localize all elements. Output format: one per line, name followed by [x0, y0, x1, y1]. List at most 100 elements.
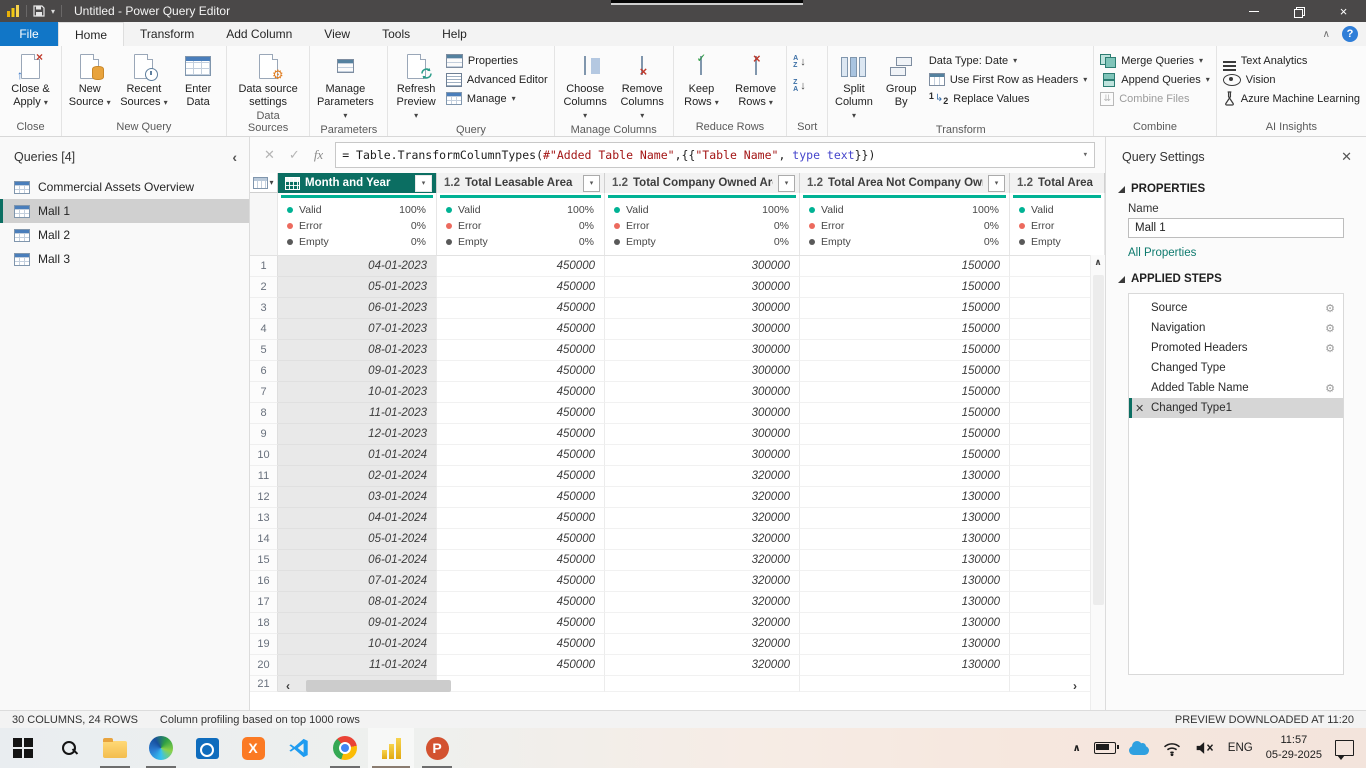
formula-cancel-icon[interactable]: ✕: [264, 147, 275, 163]
grid-cell[interactable]: 07-01-2023: [278, 319, 437, 340]
grid-cell[interactable]: 450000: [437, 445, 605, 466]
query-name-input[interactable]: Mall 1: [1128, 218, 1344, 238]
action-center-icon[interactable]: [1335, 740, 1354, 756]
grid-cell[interactable]: 150000: [800, 256, 1010, 277]
grid-cell[interactable]: 150000: [800, 403, 1010, 424]
tab-file[interactable]: File: [0, 22, 58, 46]
tab-tools[interactable]: Tools: [366, 22, 426, 46]
grid-cell[interactable]: 01-01-2024: [278, 445, 437, 466]
grid-cell[interactable]: 07-01-2024: [278, 571, 437, 592]
applied-step-2[interactable]: Navigation⚙: [1129, 318, 1343, 338]
grid-cell[interactable]: 04-01-2023: [278, 256, 437, 277]
scroll-left-icon[interactable]: ‹: [280, 679, 296, 693]
grid-cell[interactable]: 03-01-2024: [278, 487, 437, 508]
grid-cell[interactable]: 130000: [800, 655, 1010, 676]
row-number[interactable]: 21: [250, 676, 278, 692]
step-settings-gear-icon[interactable]: ⚙: [1325, 382, 1335, 395]
profiling-info[interactable]: Column profiling based on top 1000 rows: [160, 714, 360, 726]
manage-button[interactable]: Manage ▾: [446, 91, 548, 106]
restore-button[interactable]: [1276, 0, 1321, 22]
taskbar-search-button[interactable]: [46, 728, 92, 768]
grid-cell[interactable]: 320000: [605, 634, 800, 655]
grid-cell[interactable]: 300000: [605, 382, 800, 403]
grid-cell[interactable]: 130000: [800, 466, 1010, 487]
grid-cell[interactable]: 320000: [605, 655, 800, 676]
grid-cell[interactable]: 450000: [437, 340, 605, 361]
scroll-right-icon[interactable]: ›: [1067, 679, 1083, 693]
formula-commit-icon[interactable]: ✓: [289, 147, 300, 163]
delete-step-icon[interactable]: ✕: [1135, 402, 1144, 415]
merge-queries-button[interactable]: Merge Queries ▾: [1100, 53, 1210, 68]
grid-cell[interactable]: 320000: [605, 550, 800, 571]
column-filter-button[interactable]: ▾: [415, 175, 432, 192]
battery-icon[interactable]: [1094, 742, 1116, 754]
applied-step-4[interactable]: Changed Type: [1129, 358, 1343, 378]
grid-cell[interactable]: 150000: [800, 361, 1010, 382]
grid-cell[interactable]: 450000: [437, 571, 605, 592]
sidebar-query-item[interactable]: Mall 2: [0, 223, 249, 247]
grid-cell[interactable]: 06-01-2023: [278, 298, 437, 319]
minimize-button[interactable]: [1231, 0, 1276, 22]
grid-cell[interactable]: 450000: [437, 466, 605, 487]
step-settings-gear-icon[interactable]: ⚙: [1325, 302, 1335, 315]
grid-cell[interactable]: 300000: [605, 256, 800, 277]
grid-cell[interactable]: 320000: [605, 487, 800, 508]
grid-cell[interactable]: 320000: [605, 571, 800, 592]
manage-parameters-button[interactable]: Manage Parameters ▾: [312, 48, 378, 123]
grid-cell[interactable]: 130000: [800, 571, 1010, 592]
start-button[interactable]: [0, 728, 46, 768]
grid-cell[interactable]: 09-01-2023: [278, 361, 437, 382]
data-type-button[interactable]: Data Type: Date ▾: [929, 53, 1087, 68]
grid-cell[interactable]: 300000: [605, 340, 800, 361]
grid-cell[interactable]: 150000: [800, 319, 1010, 340]
taskbar-outlook[interactable]: [184, 728, 230, 768]
column-filter-button[interactable]: ▾: [988, 175, 1005, 192]
grid-cell[interactable]: 300000: [605, 298, 800, 319]
column-header-2[interactable]: 1.2Total Leasable Area▾: [437, 173, 605, 193]
azure-ml-button[interactable]: Azure Machine Learning: [1223, 91, 1360, 106]
grid-cell[interactable]: 450000: [437, 277, 605, 298]
grid-cell[interactable]: 450000: [437, 361, 605, 382]
row-number[interactable]: 20: [250, 655, 278, 676]
row-number[interactable]: 2: [250, 277, 278, 298]
grid-cell[interactable]: 450000: [437, 256, 605, 277]
tab-transform[interactable]: Transform: [124, 22, 210, 46]
close-query-settings-icon[interactable]: ✕: [1341, 149, 1352, 165]
grid-cell[interactable]: 150000: [800, 298, 1010, 319]
row-number[interactable]: 7: [250, 382, 278, 403]
grid-cell[interactable]: 450000: [437, 550, 605, 571]
row-number[interactable]: 8: [250, 403, 278, 424]
grid-cell[interactable]: 450000: [437, 298, 605, 319]
close-and-apply-button[interactable]: ×↑ Close & Apply ▾: [2, 48, 59, 109]
taskbar-powerpoint[interactable]: P: [414, 728, 460, 768]
applied-step-3[interactable]: Promoted Headers⚙: [1129, 338, 1343, 358]
row-number[interactable]: 10: [250, 445, 278, 466]
row-number[interactable]: 14: [250, 529, 278, 550]
grid-cell[interactable]: 130000: [800, 508, 1010, 529]
grid-cell[interactable]: 130000: [800, 529, 1010, 550]
grid-cell[interactable]: 450000: [437, 508, 605, 529]
grid-cell[interactable]: 10-01-2024: [278, 634, 437, 655]
sidebar-query-item[interactable]: Commercial Assets Overview: [0, 175, 249, 199]
grid-cell[interactable]: 450000: [437, 424, 605, 445]
grid-cell[interactable]: 450000: [437, 655, 605, 676]
row-number[interactable]: 19: [250, 634, 278, 655]
grid-cell[interactable]: 130000: [800, 550, 1010, 571]
replace-values-button[interactable]: 1↳2Replace Values: [929, 91, 1087, 106]
grid-cell[interactable]: 150000: [800, 445, 1010, 466]
row-number[interactable]: 6: [250, 361, 278, 382]
vertical-scroll-thumb[interactable]: [1093, 275, 1104, 605]
grid-cell[interactable]: 450000: [437, 613, 605, 634]
grid-cell[interactable]: 300000: [605, 361, 800, 382]
collapse-ribbon-icon[interactable]: ∧: [1323, 29, 1330, 40]
save-icon[interactable]: [33, 5, 45, 17]
grid-cell[interactable]: 10-01-2023: [278, 382, 437, 403]
grid-cell[interactable]: 02-01-2024: [278, 466, 437, 487]
column-header-4[interactable]: 1.2Total Area Not Company Owned▾: [800, 173, 1010, 193]
text-analytics-button[interactable]: Text Analytics: [1223, 53, 1360, 68]
taskbar-clock[interactable]: 11:5705-29-2025: [1266, 733, 1322, 763]
taskbar-vscode[interactable]: [276, 728, 322, 768]
row-number[interactable]: 4: [250, 319, 278, 340]
row-number[interactable]: 1: [250, 256, 278, 277]
grid-cell[interactable]: 450000: [437, 403, 605, 424]
